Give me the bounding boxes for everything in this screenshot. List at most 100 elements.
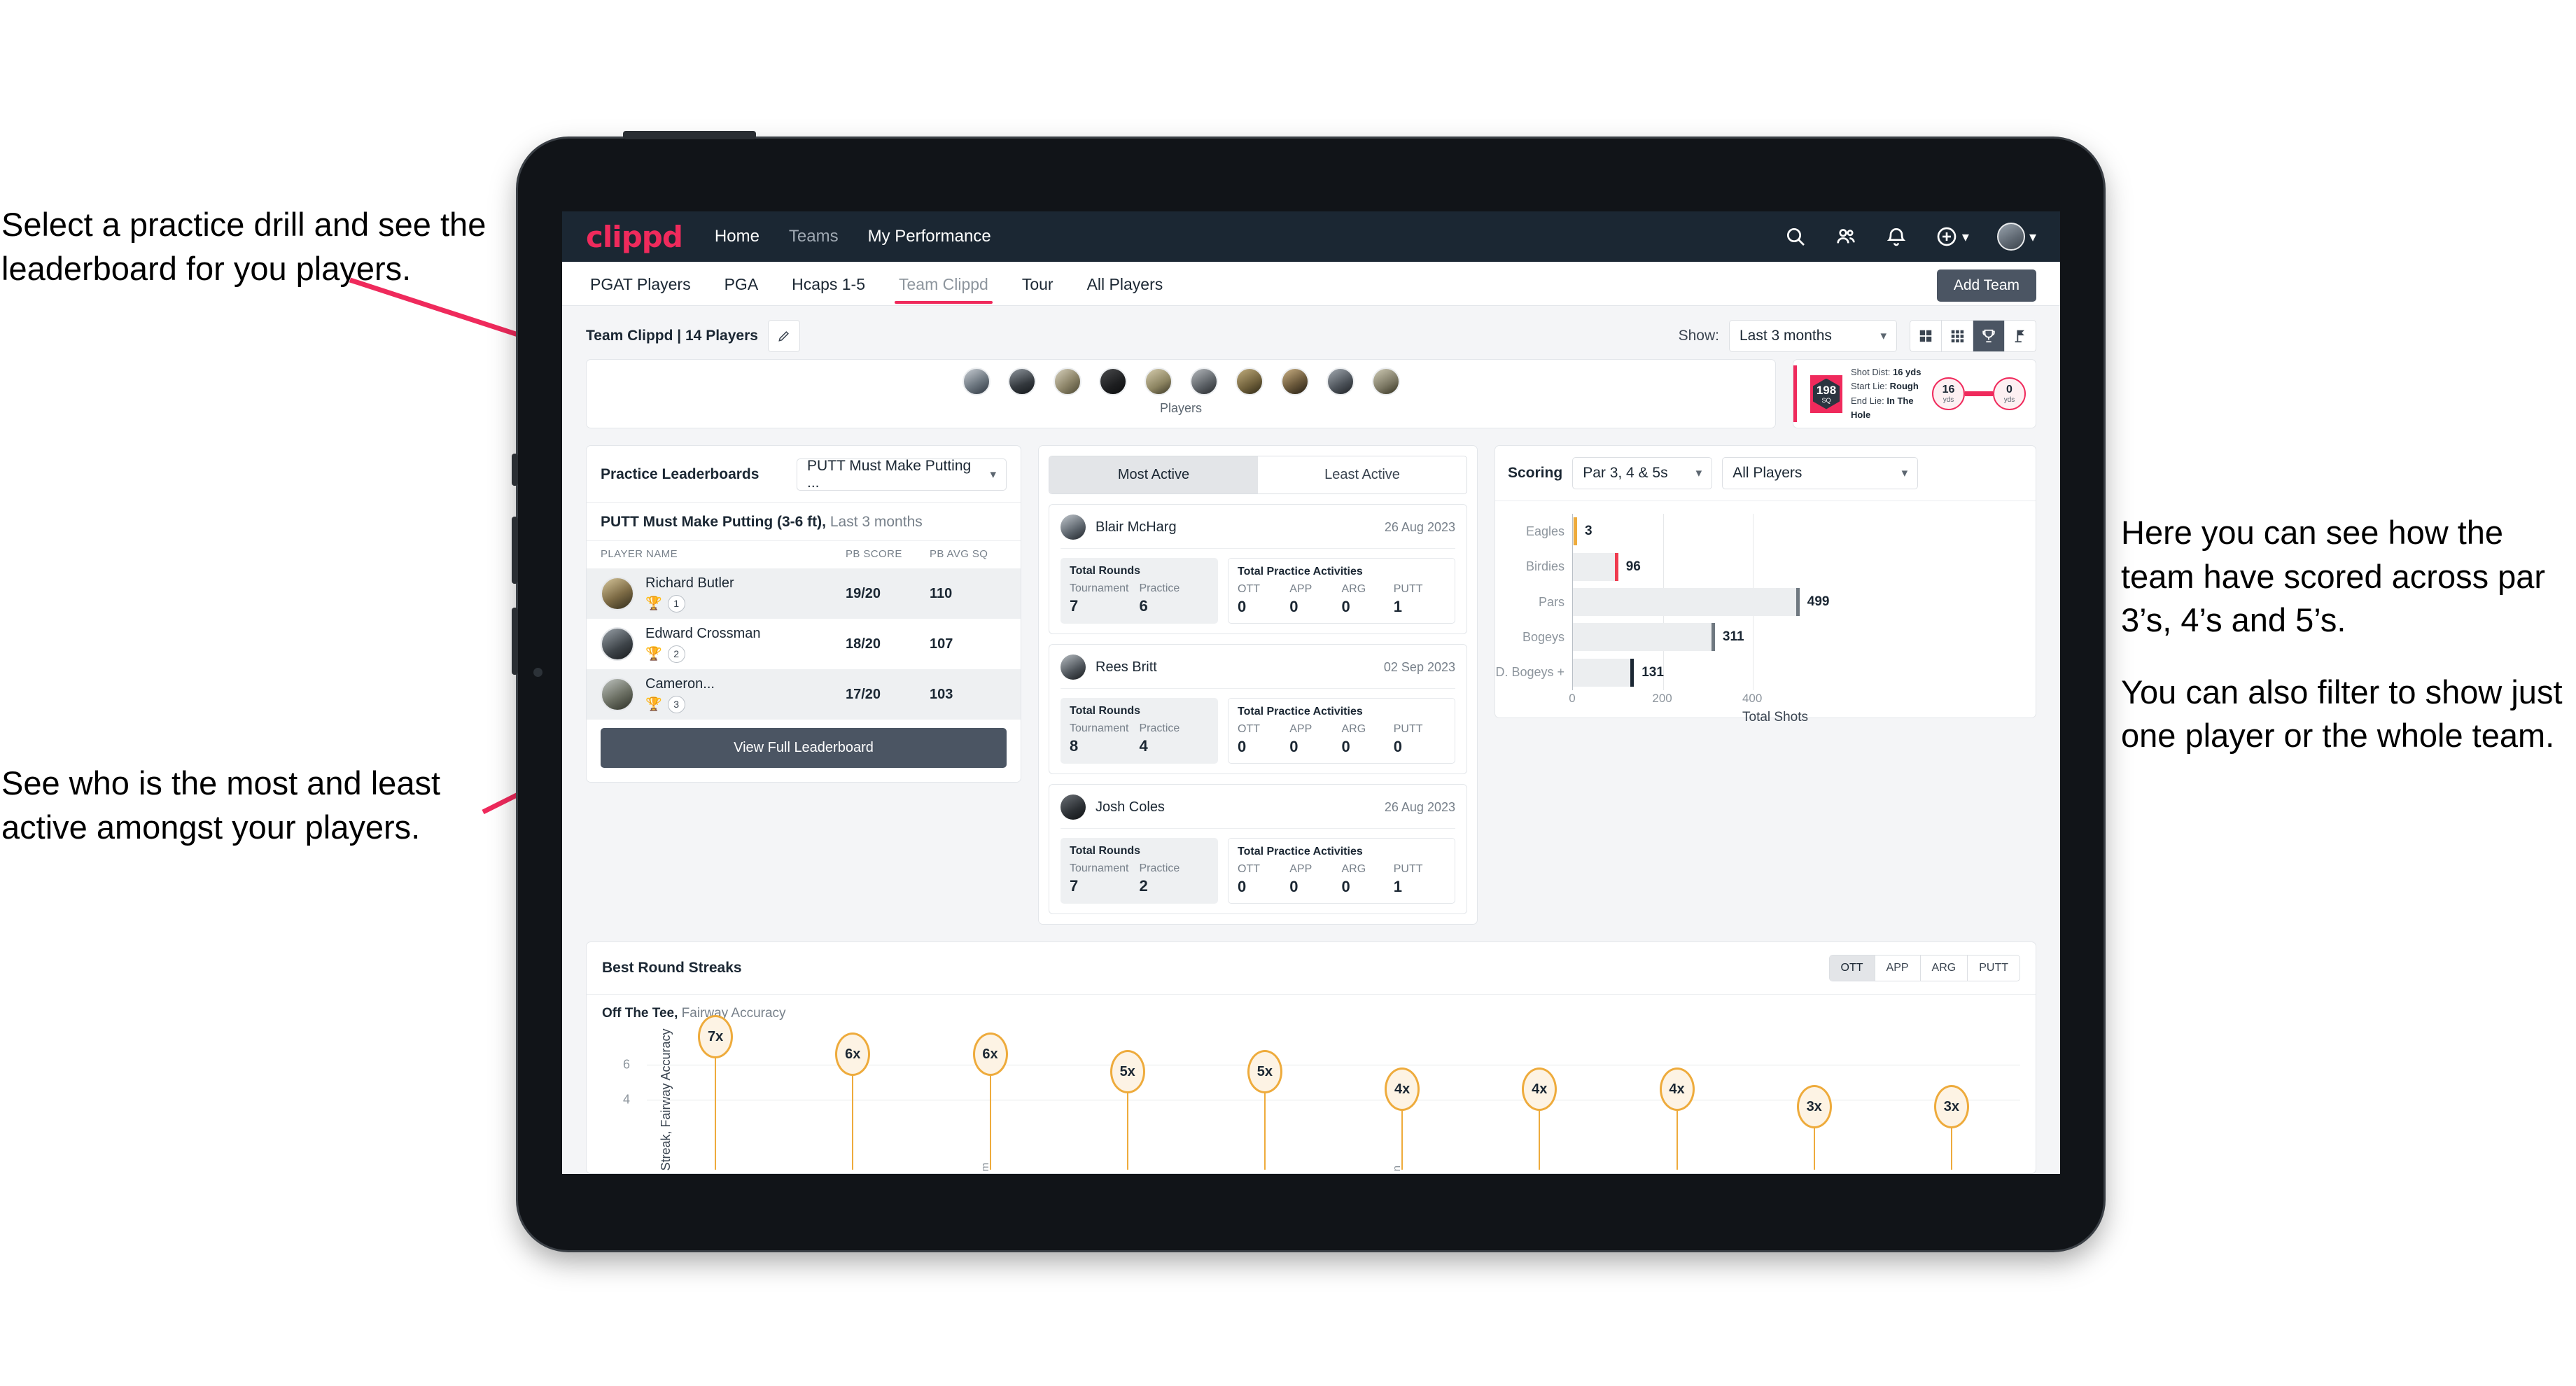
column-pb-score: PB SCORE — [846, 548, 902, 560]
avatar[interactable] — [1235, 368, 1264, 396]
chevron-down-icon: ▾ — [990, 468, 996, 481]
volume-down-button[interactable] — [512, 608, 518, 675]
streaks-tab-arg[interactable]: ARG — [1921, 955, 1968, 981]
lollipop-value[interactable]: 5x — [1247, 1050, 1282, 1093]
show-period-select[interactable]: Last 3 months ▾ — [1729, 320, 1897, 352]
rounds-key-tournament: Tournament — [1070, 862, 1129, 874]
tab-tour[interactable]: Tour — [1018, 264, 1058, 304]
avatar[interactable] — [1280, 368, 1309, 396]
practice-key-putt: PUTT — [1393, 583, 1423, 595]
shot-start-circle: 16 yds — [1932, 377, 1965, 410]
streaks-tab-app[interactable]: APP — [1875, 955, 1921, 981]
lollipop-value[interactable]: 5x — [1110, 1050, 1145, 1093]
search-icon[interactable] — [1784, 225, 1807, 248]
practice-key-arg: ARG — [1341, 583, 1366, 595]
list-item[interactable]: Rees Britt 02 Sep 2023 Total Rounds Tour… — [1049, 644, 1467, 774]
list-item[interactable]: Josh Coles 26 Aug 2023 Total Rounds Tour… — [1049, 784, 1467, 914]
player-filter-value: All Players — [1732, 465, 1802, 481]
pb-score: 19/20 — [846, 585, 881, 601]
nav-link-my-performance[interactable]: My Performance — [868, 227, 991, 246]
table-row[interactable]: Richard Butler 🏆 1 19/20 110 — [587, 568, 1021, 619]
grid-2x2-icon[interactable] — [1910, 321, 1942, 351]
players-strip-label: Players — [1159, 401, 1203, 415]
chevron-down-icon[interactable]: ▾ — [1962, 228, 1969, 246]
trophy-icon[interactable] — [1973, 321, 2005, 351]
drill-select[interactable]: PUTT Must Make Putting ... ▾ — [797, 458, 1007, 491]
tab-all-players[interactable]: All Players — [1083, 264, 1168, 304]
nav-link-teams[interactable]: Teams — [789, 227, 839, 246]
people-icon[interactable] — [1835, 225, 1857, 248]
view-mode-toggle — [1910, 320, 2036, 352]
profile-menu[interactable]: ▾ — [1996, 223, 2036, 251]
lollipop-value[interactable]: 3x — [1933, 1085, 1969, 1128]
table-row[interactable]: Edward Crossman 🏆 2 18/20 107 — [587, 619, 1021, 669]
lollipop-value[interactable]: 4x — [1522, 1068, 1558, 1111]
table-row[interactable]: Cameron... 🏆 3 17/20 103 — [587, 669, 1021, 720]
grid-3x3-icon[interactable] — [1942, 321, 1973, 351]
activity-date: 02 Sep 2023 — [1383, 659, 1455, 674]
view-full-leaderboard-button[interactable]: View Full Leaderboard — [601, 728, 1007, 768]
players-strip: Players — [586, 359, 1776, 428]
bar-cap — [1711, 623, 1715, 652]
player-filter-select[interactable]: All Players ▾ — [1722, 457, 1919, 489]
lollipop-value[interactable]: 6x — [972, 1032, 1008, 1076]
lollipop-value[interactable]: 7x — [698, 1015, 734, 1058]
avatar[interactable] — [1007, 368, 1036, 396]
scoring-plot-area: Eagles 3 Birdies 96 Pars 499 Bogeys 311 D. Bogey… — [1495, 514, 1978, 690]
tab-pga[interactable]: PGA — [720, 264, 763, 304]
golf-flag-icon[interactable] — [2005, 321, 2036, 351]
tab-pgat-players[interactable]: PGAT Players — [586, 264, 695, 304]
practice-value-app: 0 — [1289, 598, 1298, 615]
lollipop-value[interactable]: 6x — [835, 1032, 871, 1076]
shot-end-unit: yds — [2003, 396, 2015, 404]
scoring-card: Scoring Par 3, 4 & 5s ▾ All Players ▾ Ea… — [1494, 445, 2036, 724]
lollipop-value[interactable]: 4x — [1659, 1068, 1695, 1111]
avatar[interactable] — [1371, 368, 1400, 396]
plus-circle-icon[interactable] — [1935, 225, 1958, 248]
bar-value-label: 499 — [1807, 594, 1830, 609]
practice-value-putt: 1 — [1393, 878, 1402, 895]
lollipop-stem: 3x — [1933, 1085, 1969, 1170]
lollipop-value[interactable]: 3x — [1796, 1085, 1832, 1128]
tab-most-active[interactable]: Most Active — [1049, 456, 1258, 493]
avatar[interactable] — [1144, 368, 1172, 396]
total-rounds-title: Total Rounds — [1070, 845, 1141, 857]
clippd-logo[interactable]: clippd — [586, 220, 683, 254]
practice-value-putt: 0 — [1393, 738, 1402, 755]
avatar[interactable] — [1996, 223, 2025, 251]
avatar — [601, 627, 634, 661]
nav-link-home[interactable]: Home — [715, 227, 760, 246]
par-filter-select[interactable]: Par 3, 4 & 5s ▾ — [1572, 457, 1713, 489]
avatar[interactable] — [962, 368, 990, 396]
chevron-down-icon[interactable]: ▾ — [2029, 228, 2036, 246]
lollipop-value[interactable]: 4x — [1385, 1068, 1420, 1111]
tab-hcaps-1-5[interactable]: Hcaps 1-5 — [788, 264, 869, 304]
scoring-chart: Eagles 3 Birdies 96 Pars 499 Bogeys 311 D. Bogey… — [1495, 500, 2036, 724]
pencil-icon[interactable] — [767, 320, 800, 352]
tab-team-clippd[interactable]: Team Clippd — [895, 264, 993, 304]
streaks-plot-area: Streak, Fairway Accuracy 4 6 7x 6x 6x m 5x 5x 4x… — [623, 1015, 2020, 1171]
streaks-tab-putt[interactable]: PUTT — [1968, 955, 2019, 981]
bar-row: Birdies 96 — [1526, 552, 1641, 581]
list-item[interactable]: Blair McHarg 26 Aug 2023 Total Rounds To… — [1049, 504, 1467, 634]
shot-details: Shot Dist: 16 yds Start Lie: Rough End L… — [1851, 365, 1932, 422]
practice-key-putt: PUTT — [1393, 863, 1423, 875]
volume-up-button[interactable] — [512, 517, 518, 584]
avatar[interactable] — [1098, 368, 1127, 396]
bar-cap — [1614, 552, 1618, 581]
lollipop-stem: 6x — [972, 1032, 1008, 1170]
add-team-button[interactable]: Add Team — [1936, 270, 2036, 302]
tab-least-active[interactable]: Least Active — [1258, 456, 1466, 493]
avatar[interactable] — [1189, 368, 1218, 396]
avatar[interactable] — [1326, 368, 1354, 396]
bell-icon[interactable] — [1885, 225, 1907, 248]
player-name: Edward Crossman — [645, 625, 761, 641]
avatar[interactable] — [1053, 368, 1082, 396]
lollipop-stem: 4x — [1385, 1068, 1420, 1170]
streaks-tab-ott[interactable]: OTT — [1829, 955, 1875, 981]
power-button[interactable] — [623, 131, 756, 139]
player-avatar-row — [962, 368, 1400, 396]
add-menu[interactable]: ▾ — [1935, 225, 1969, 248]
bar — [1573, 517, 1577, 546]
bar-value-label: 311 — [1722, 629, 1744, 645]
